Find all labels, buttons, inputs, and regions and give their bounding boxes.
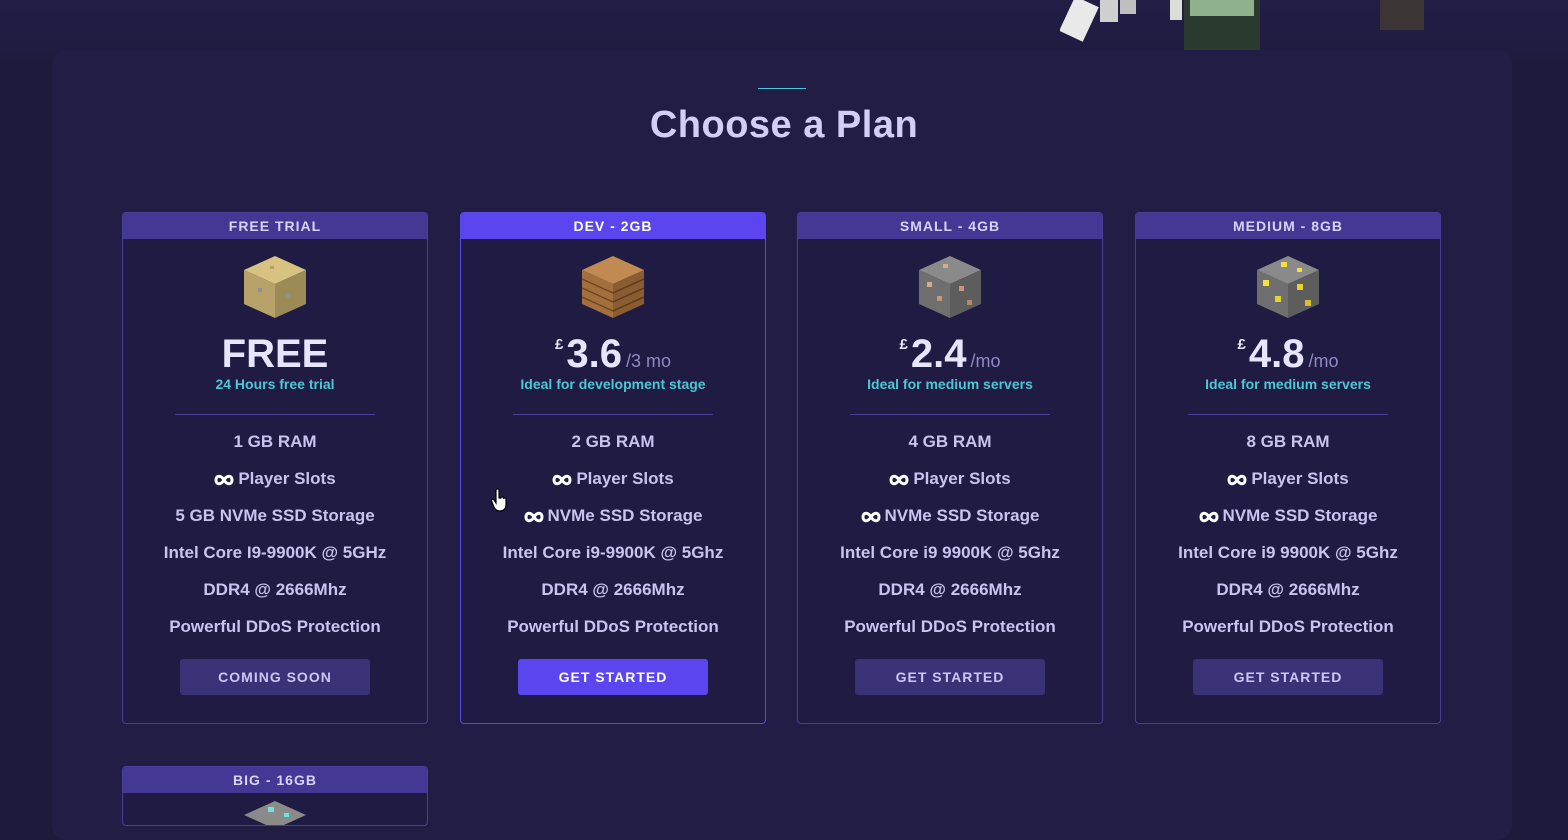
- price-currency: £: [555, 336, 564, 353]
- infinity-icon: [861, 511, 881, 523]
- feature-item: DDR4 @ 2666Mhz: [541, 580, 685, 599]
- price: £2.4/mo: [798, 332, 1102, 376]
- plan-name: MEDIUM - 8GB: [1136, 213, 1440, 239]
- price-currency: £: [1237, 336, 1246, 353]
- infinity-icon: [1227, 474, 1247, 486]
- price: £3.6/3 mo: [461, 332, 765, 376]
- infinity-icon: [552, 474, 572, 486]
- feature-item: Player Slots: [1136, 468, 1440, 505]
- feature-item: Intel Core i9-9900K @ 5Ghz: [502, 543, 724, 562]
- iron-ore-icon: [919, 256, 981, 318]
- feature-item: NVMe SSD Storage: [1136, 505, 1440, 542]
- price-period: /mo: [970, 351, 1001, 371]
- feature-item: Intel Core i9 9900K @ 5Ghz: [840, 543, 1060, 562]
- plan-card-medium: MEDIUM - 8GB £4.8/mo Ideal for medium se…: [1135, 212, 1441, 724]
- coming-soon-button[interactable]: COMING SOON: [180, 659, 370, 695]
- feature-item: Powerful DDoS Protection: [844, 617, 1056, 636]
- infinity-icon: [524, 511, 544, 523]
- plan-subtitle: Ideal for development stage: [520, 376, 706, 392]
- sand-block-icon: [244, 256, 306, 318]
- feature-item: 8 GB RAM: [1246, 432, 1330, 451]
- feature-item: Powerful DDoS Protection: [1182, 617, 1394, 636]
- feature-item: 4 GB RAM: [908, 432, 992, 451]
- feature-list: 2 GB RAM Player Slots NVMe SSD Storage I…: [461, 431, 765, 653]
- infinity-icon: [889, 474, 909, 486]
- get-started-button[interactable]: GET STARTED: [855, 659, 1045, 695]
- feature-list: 4 GB RAM Player Slots NVMe SSD Storage I…: [798, 431, 1102, 653]
- get-started-button[interactable]: GET STARTED: [518, 659, 708, 695]
- price-amount: 3.6: [566, 332, 622, 376]
- plan-name: BIG - 16GB: [123, 767, 427, 793]
- feature-item: Powerful DDoS Protection: [169, 617, 381, 636]
- feature-list: 8 GB RAM Player Slots NVMe SSD Storage I…: [1136, 431, 1440, 653]
- feature-item: Player Slots: [123, 468, 427, 505]
- feature-item: Intel Core i9 9900K @ 5Ghz: [1178, 543, 1398, 562]
- plan-name: DEV - 2GB: [461, 213, 765, 239]
- feature-item: Powerful DDoS Protection: [507, 617, 719, 636]
- plan-subtitle: Ideal for medium servers: [1205, 376, 1371, 392]
- infinity-icon: [1199, 511, 1219, 523]
- feature-item: 1 GB RAM: [233, 432, 317, 451]
- get-started-button[interactable]: GET STARTED: [1193, 659, 1383, 695]
- feature-item: Intel Core I9-9900K @ 5GHz: [163, 543, 387, 562]
- feature-item: DDR4 @ 2666Mhz: [203, 580, 347, 599]
- title-accent-line: [758, 88, 806, 89]
- price-currency: £: [899, 336, 908, 353]
- price-period: /3 mo: [625, 351, 671, 371]
- plan-card-big: BIG - 16GB: [122, 766, 428, 826]
- divider: [850, 414, 1050, 415]
- divider: [513, 414, 713, 415]
- gold-ore-icon: [1257, 256, 1319, 318]
- price-amount: FREE: [221, 332, 329, 376]
- price-amount: 2.4: [910, 332, 967, 376]
- minecraft-characters-image: [1060, 0, 1424, 50]
- plan-card-dev: DEV - 2GB £3.6/3 mo Ideal for developmen…: [460, 212, 766, 724]
- price: FREE: [123, 332, 427, 376]
- hand-cursor-icon: [490, 488, 507, 512]
- plan-name: SMALL - 4GB: [798, 213, 1102, 239]
- feature-item: DDR4 @ 2666Mhz: [878, 580, 1022, 599]
- plan-subtitle: 24 Hours free trial: [215, 376, 335, 392]
- plan-card-free-trial: FREE TRIAL FREE 24 Hours free trial 1 GB…: [122, 212, 428, 724]
- plan-subtitle: Ideal for medium servers: [867, 376, 1033, 392]
- feature-item: NVMe SSD Storage: [798, 505, 1102, 542]
- feature-item: Player Slots: [798, 468, 1102, 505]
- divider: [1188, 414, 1388, 415]
- price-period: /mo: [1308, 351, 1339, 371]
- wood-planks-icon: [581, 256, 645, 318]
- feature-item: 2 GB RAM: [571, 432, 655, 451]
- price-amount: 4.8: [1248, 332, 1305, 376]
- feature-item: DDR4 @ 2666Mhz: [1216, 580, 1360, 599]
- section-title: Choose a Plan: [649, 104, 919, 146]
- infinity-icon: [214, 474, 234, 486]
- feature-item: 5 GB NVMe SSD Storage: [175, 506, 375, 525]
- plan-card-small: SMALL - 4GB £2.4/mo Ideal for medium ser…: [797, 212, 1103, 724]
- divider: [175, 414, 375, 415]
- price: £4.8/mo: [1136, 332, 1440, 376]
- feature-list: 1 GB RAM Player Slots 5 GB NVMe SSD Stor…: [123, 431, 427, 653]
- plan-name: FREE TRIAL: [123, 213, 427, 239]
